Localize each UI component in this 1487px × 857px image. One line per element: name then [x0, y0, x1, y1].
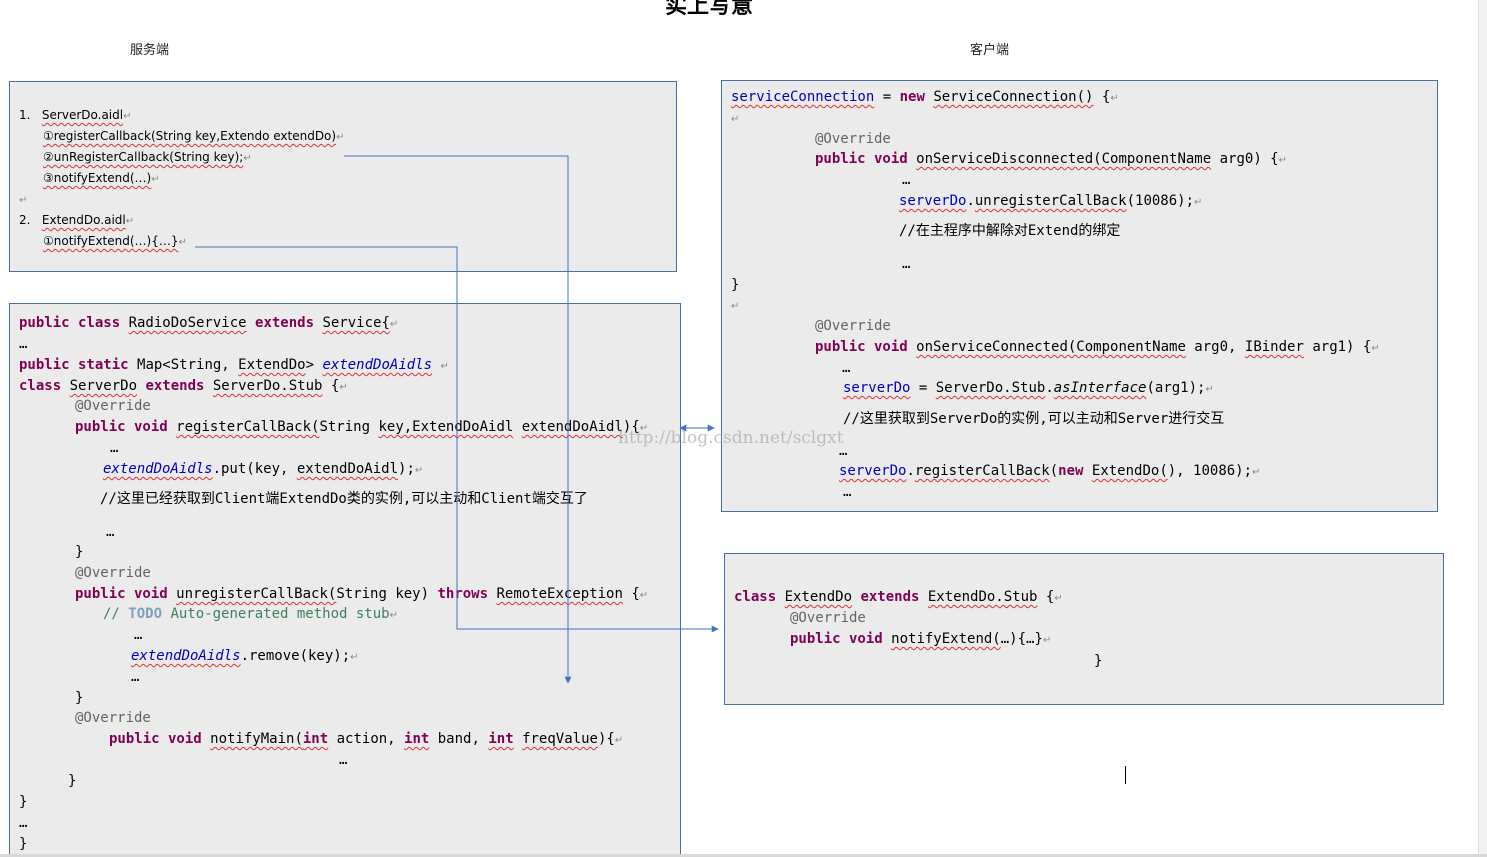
connector-arrows: [195, 155, 719, 684]
diagram-canvas: 实上写意 服务端 客户端 1. ServerDo.aidl↵ ①register…: [0, 0, 1487, 857]
vertical-scrollbar[interactable]: [1478, 0, 1487, 857]
text-cursor: [1125, 766, 1126, 784]
arrow-notify-to-extend: [195, 246, 719, 633]
arrow-unregister-to-server: [344, 155, 572, 684]
